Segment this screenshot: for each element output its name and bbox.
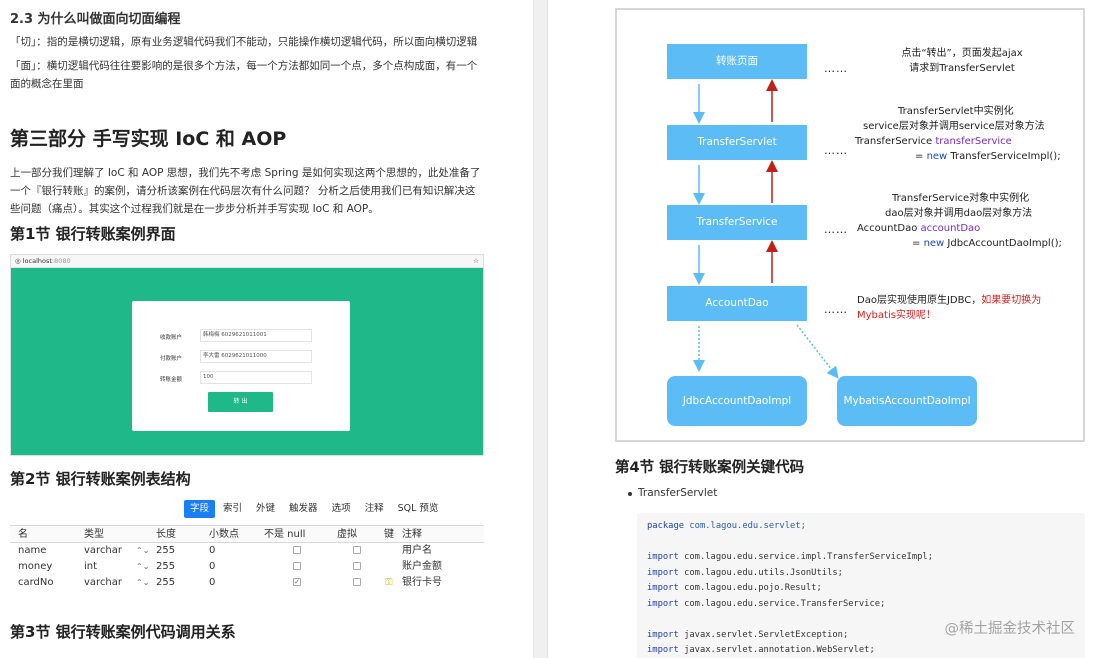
not-null-checkbox[interactable] xyxy=(293,543,301,559)
section-2-title: 第2节 银行转账案例表结构 xyxy=(10,470,191,488)
url-host: localhost xyxy=(22,257,52,265)
tab-triggers[interactable]: 触发器 xyxy=(283,500,324,518)
note-servlet: TransferServlet中实例化 service层对象并调用service… xyxy=(855,106,1061,162)
virtual-checkbox[interactable] xyxy=(353,559,361,575)
arrow-dotted-mybatis xyxy=(796,324,839,379)
box-mybatis-impl: MybatisAccountDaoImpl xyxy=(837,376,977,426)
col-virtual: 虚拟 xyxy=(337,529,357,540)
table-row[interactable]: cardNo varchar 255 0 银行卡号 ⌃⌄ ✓ ⚿ xyxy=(10,575,484,591)
bookmark-star-icon: ☆ xyxy=(473,257,479,265)
dots-4: …… xyxy=(824,303,848,316)
primary-key-icon: ⚿ xyxy=(385,577,393,588)
section-1-title: 第1节 银行转账案例界面 xyxy=(10,225,176,243)
transfer-form-card: 收款账户 韩梅梅 6029621011001 付款账户 李大雷 60296210… xyxy=(132,301,350,431)
note-service: TransferService对象中实例化 dao层对象并调用dao层对象方法 … xyxy=(857,193,1062,249)
page-background: 收款账户 韩梅梅 6029621011001 付款账户 李大雷 60296210… xyxy=(11,268,483,455)
cell-decimals: 0 xyxy=(209,577,216,588)
box-account-dao: AccountDao xyxy=(667,286,807,321)
cell-name: cardNo xyxy=(18,577,54,588)
payer-input[interactable]: 李大雷 6029621011000 xyxy=(200,350,312,363)
not-null-checkbox[interactable]: ✓ xyxy=(293,575,301,591)
left-page: 2.3 为什么叫做面向切面编程 「切」：指的是横切逻辑，原有业务逻辑代码我们不能… xyxy=(0,0,533,658)
cell-length: 255 xyxy=(156,545,176,556)
cell-type: int xyxy=(84,561,98,572)
section-3-title: 第3节 银行转账案例代码调用关系 xyxy=(10,623,236,641)
code-line: package com.lagou.edu.servlet; xyxy=(647,521,806,531)
cell-decimals: 0 xyxy=(209,545,216,556)
code-line: import com.lagou.edu.pojo.Result; xyxy=(647,583,822,593)
watermark: @稀土掘金技术社区 xyxy=(944,621,1076,637)
note-page-ajax: 点击“转出”，页面发起ajax 请求到TransferServlet xyxy=(901,48,1023,74)
virtual-checkbox[interactable] xyxy=(353,575,361,591)
section-4-title: 第4节 银行转账案例关键代码 xyxy=(615,460,805,476)
col-type: 类型 xyxy=(84,529,104,540)
url-port: :8080 xyxy=(51,257,71,265)
tab-comments[interactable]: 注释 xyxy=(359,500,390,518)
cell-comment: 账户金额 xyxy=(402,561,442,572)
code-line: import javax.servlet.annotation.WebServl… xyxy=(647,645,875,655)
col-comment: 注释 xyxy=(402,529,422,540)
para-qie: 「切」：指的是横切逻辑，原有业务逻辑代码我们不能动，只能操作横切逻辑代码，所以面… xyxy=(10,36,478,48)
type-stepper-icon[interactable]: ⌃⌄ xyxy=(136,575,149,591)
part3-intro: 上一部分我们理解了 IoC 和 AOP 思想，我们先不考虑 Spring 是如何… xyxy=(10,167,481,215)
db-designer-tabs: 字段 索引 外键 触发器 选项 注释 SQL 预览 xyxy=(184,500,446,518)
col-key: 键 xyxy=(384,529,394,540)
browser-address-bar: ◎ localhost:8080 ☆ xyxy=(11,255,483,268)
box-jdbc-impl: JdbcAccountDaoImpl xyxy=(667,376,807,426)
right-page: 转账页面 TransferServlet TransferService Acc… xyxy=(548,0,1093,658)
col-not-null: 不是 null xyxy=(264,529,306,540)
dots-1: …… xyxy=(824,62,848,75)
cell-length: 255 xyxy=(156,561,176,572)
cell-comment: 用户名 xyxy=(402,545,432,556)
globe-icon: ◎ xyxy=(15,257,21,265)
box-transfer-servlet: TransferServlet xyxy=(667,125,807,160)
type-stepper-icon[interactable]: ⌃⌄ xyxy=(136,559,149,575)
cell-comment: 银行卡号 xyxy=(402,577,442,588)
tab-indexes[interactable]: 索引 xyxy=(217,500,248,518)
bullet-transfer-servlet: TransferServlet xyxy=(627,487,718,499)
box-transfer-service: TransferService xyxy=(667,205,807,240)
para-mian: 「面」：横切逻辑代码往往要影响的是很多个方法，每一个方法都如同一个点，多个点构成… xyxy=(10,60,478,90)
table-body: name varchar 255 0 用户名 ⌃⌄ money int 255 0 账户金额 ⌃⌄ ca… xyxy=(10,543,484,591)
tab-foreign-keys[interactable]: 外键 xyxy=(250,500,281,518)
type-stepper-icon[interactable]: ⌃⌄ xyxy=(136,543,149,559)
db-fields-table: 名 类型 长度 小数点 不是 null 虚拟 键 注释 name varchar 2… xyxy=(10,525,484,591)
code-line: import com.lagou.edu.utils.JsonUtils; xyxy=(647,567,843,578)
tab-options[interactable]: 选项 xyxy=(326,500,357,518)
virtual-checkbox[interactable] xyxy=(353,543,361,559)
box-transfer-page: 转账页面 xyxy=(667,44,807,79)
form-label-payee: 收款账户 xyxy=(160,335,183,341)
form-label-payer: 付款账户 xyxy=(160,356,183,362)
note-dao: Dao层实现使用原生JDBC，如果要切换为 Mybatis实现呢！ xyxy=(857,295,1042,321)
tab-sql-preview[interactable]: SQL 预览 xyxy=(392,500,445,518)
tab-fields[interactable]: 字段 xyxy=(184,500,216,518)
cell-decimals: 0 xyxy=(209,561,216,572)
transfer-submit-button[interactable]: 转 出 xyxy=(208,392,273,412)
code-line: import com.lagou.edu.service.TransferSer… xyxy=(647,598,886,609)
cell-type: varchar xyxy=(84,545,123,556)
call-flow-diagram: 转账页面 TransferServlet TransferService Acc… xyxy=(615,8,1085,442)
dots-3: …… xyxy=(824,223,848,236)
cell-length: 255 xyxy=(156,577,176,588)
part3-title: 第三部分 手写实现 IoC 和 AOP xyxy=(10,128,287,150)
col-length: 长度 xyxy=(156,529,176,540)
cell-type: varchar xyxy=(84,577,123,588)
dots-2: …… xyxy=(824,144,848,157)
payee-input[interactable]: 韩梅梅 6029621011001 xyxy=(200,329,312,342)
col-name: 名 xyxy=(18,529,28,540)
section-2-3-title: 2.3 为什么叫做面向切面编程 xyxy=(10,12,181,27)
table-header-row: 名 类型 长度 小数点 不是 null 虚拟 键 注释 xyxy=(10,525,484,543)
cell-name: money xyxy=(18,561,53,572)
code-line: import com.lagou.edu.service.impl.Transf… xyxy=(647,552,933,562)
col-decimals: 小数点 xyxy=(209,529,239,540)
page-divider xyxy=(533,0,548,658)
table-row[interactable]: name varchar 255 0 用户名 ⌃⌄ xyxy=(10,543,484,559)
table-row[interactable]: money int 255 0 账户金额 ⌃⌄ xyxy=(10,559,484,575)
cell-name: name xyxy=(18,545,47,556)
amount-input[interactable]: 100 xyxy=(200,371,312,384)
not-null-checkbox[interactable] xyxy=(293,559,301,575)
form-label-amount: 转账金额 xyxy=(160,377,183,383)
browser-screenshot: ◎ localhost:8080 ☆ 收款账户 韩梅梅 602962101100… xyxy=(10,254,484,456)
